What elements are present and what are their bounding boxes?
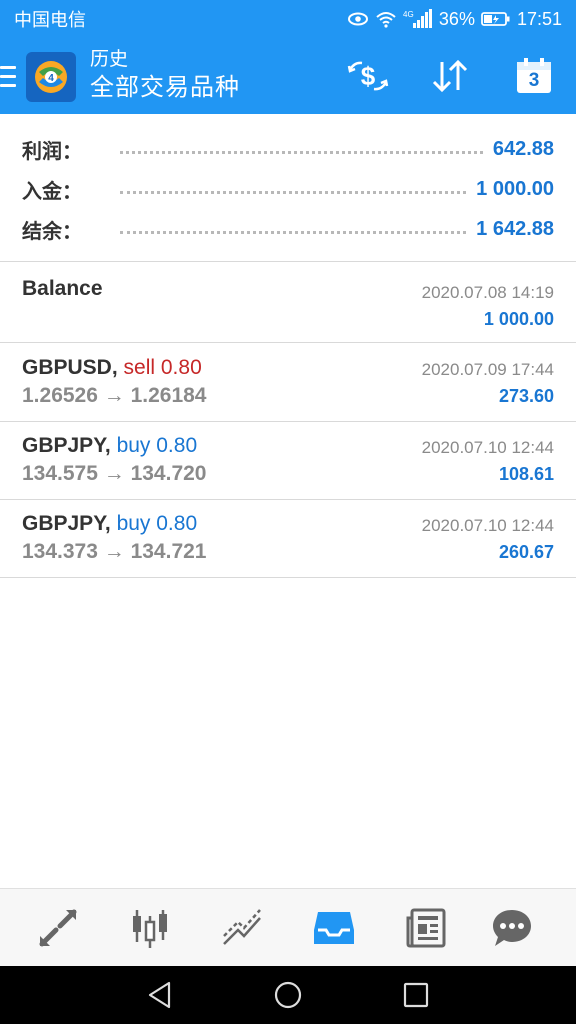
page-title: 历史 bbox=[90, 49, 129, 70]
profit-label: 利润： bbox=[22, 140, 82, 163]
status-indicators: 4G 36% 17:51 bbox=[347, 9, 562, 30]
carrier-label: 中国电信 bbox=[14, 10, 86, 30]
list-item-deal[interactable]: GBPJPY, buy 0.80 134.373 → 134.721 2020.… bbox=[0, 500, 576, 578]
summary-row-balance: 结余： 1 642.88 bbox=[22, 215, 554, 243]
trend-lines-icon bbox=[223, 909, 261, 945]
candlestick-chart-icon bbox=[133, 910, 167, 948]
signal-icon: 4G bbox=[403, 9, 433, 29]
deal-symbol: GBPJPY, bbox=[22, 434, 111, 457]
currency-swap-icon: $ bbox=[347, 61, 389, 91]
deposit-value: 1 000.00 bbox=[476, 177, 554, 200]
home-icon[interactable] bbox=[270, 977, 306, 1013]
chat-icon bbox=[493, 910, 531, 946]
deal-prices: 134.575 → 134.720 bbox=[22, 462, 207, 485]
history-tray-icon bbox=[314, 912, 354, 944]
deal-prices: 134.373 → 134.721 bbox=[22, 540, 207, 563]
deal-profit: 108.61 bbox=[498, 464, 554, 484]
dotted-leader bbox=[120, 150, 483, 154]
deal-profit: 273.60 bbox=[498, 386, 554, 406]
dotted-leader bbox=[120, 190, 467, 194]
deposit-label: 入金： bbox=[22, 180, 82, 203]
balance-value: 1 642.88 bbox=[476, 217, 554, 240]
deal-time: 2020.07.09 17:44 bbox=[421, 360, 554, 379]
deal-title: GBPUSD, sell 0.80 bbox=[22, 356, 202, 380]
clock: 17:51 bbox=[516, 8, 562, 29]
balance-entry-amount: 1 000.00 bbox=[483, 309, 554, 329]
metatrader-logo[interactable]: 4 bbox=[26, 52, 76, 102]
nav-news[interactable] bbox=[401, 903, 451, 953]
deal-time: 2020.07.10 12:44 bbox=[421, 438, 554, 457]
menu-icon[interactable] bbox=[0, 66, 16, 88]
deal-side: sell 0.80 bbox=[123, 356, 202, 379]
nav-history[interactable] bbox=[309, 903, 359, 953]
deal-time: 2020.07.10 12:44 bbox=[421, 516, 554, 535]
bottom-navigation bbox=[0, 888, 576, 966]
balance-label: 结余： bbox=[22, 220, 82, 243]
symbol-filter-title[interactable]: 全部交易品种 bbox=[90, 72, 240, 104]
recent-apps-icon[interactable] bbox=[398, 977, 434, 1013]
balance-entry-label: Balance bbox=[22, 277, 103, 300]
status-bar: 中国电信 4G 36% 17:51 bbox=[0, 0, 576, 38]
deal-symbol: GBPUSD, bbox=[22, 356, 118, 379]
app-bar-titles: 历史 全部交易品种 bbox=[90, 48, 240, 104]
trade-arrows-icon bbox=[39, 909, 77, 947]
svg-text:4G: 4G bbox=[403, 10, 414, 19]
profit-value: 642.88 bbox=[492, 137, 554, 160]
app-bar: 4 历史 全部交易品种 $ 3 bbox=[0, 38, 576, 114]
summary-row-deposit: 入金： 1 000.00 bbox=[22, 175, 554, 203]
summary-panel: 利润： 642.88 入金： 1 000.00 结余： 1 642.88 bbox=[0, 116, 576, 262]
nav-trade[interactable] bbox=[33, 903, 83, 953]
svg-text:$: $ bbox=[361, 61, 376, 91]
calendar-day-label: 3 bbox=[528, 70, 540, 91]
system-navigation-bar bbox=[0, 966, 576, 1024]
balance-entry-time: 2020.07.08 14:19 bbox=[421, 283, 554, 302]
news-icon bbox=[406, 908, 446, 948]
list-item-deal[interactable]: GBPUSD, sell 0.80 1.26526 → 1.26184 2020… bbox=[0, 343, 576, 422]
eye-icon bbox=[347, 11, 369, 27]
battery-icon bbox=[481, 11, 511, 27]
dotted-leader bbox=[120, 230, 467, 234]
deal-prices: 1.26526 → 1.26184 bbox=[22, 384, 207, 407]
nav-chat[interactable] bbox=[487, 903, 537, 953]
deal-side: buy 0.80 bbox=[116, 512, 198, 535]
calendar-period-button[interactable]: 3 bbox=[512, 56, 556, 96]
nav-trade-lines[interactable] bbox=[217, 903, 267, 953]
deal-profit: 260.67 bbox=[498, 542, 554, 562]
battery-percent: 36% bbox=[438, 8, 475, 29]
list-item-balance[interactable]: Balance 2020.07.08 14:19 1 000.00 bbox=[0, 263, 576, 343]
sort-button[interactable] bbox=[428, 56, 472, 96]
deal-title: GBPJPY, buy 0.80 bbox=[22, 512, 197, 536]
wifi-icon bbox=[375, 10, 397, 28]
list-item-deal[interactable]: GBPJPY, buy 0.80 134.575 → 134.720 2020.… bbox=[0, 422, 576, 500]
deal-side: buy 0.80 bbox=[116, 434, 198, 457]
sort-arrows-icon bbox=[432, 59, 468, 93]
summary-row-profit: 利润： 642.88 bbox=[22, 135, 554, 163]
back-icon[interactable] bbox=[142, 977, 178, 1013]
deal-symbol: GBPJPY, bbox=[22, 512, 111, 535]
nav-charts[interactable] bbox=[125, 903, 175, 953]
deal-title: GBPJPY, buy 0.80 bbox=[22, 434, 197, 458]
deposit-filter-button[interactable]: $ bbox=[346, 56, 390, 96]
svg-text:4: 4 bbox=[48, 73, 54, 84]
